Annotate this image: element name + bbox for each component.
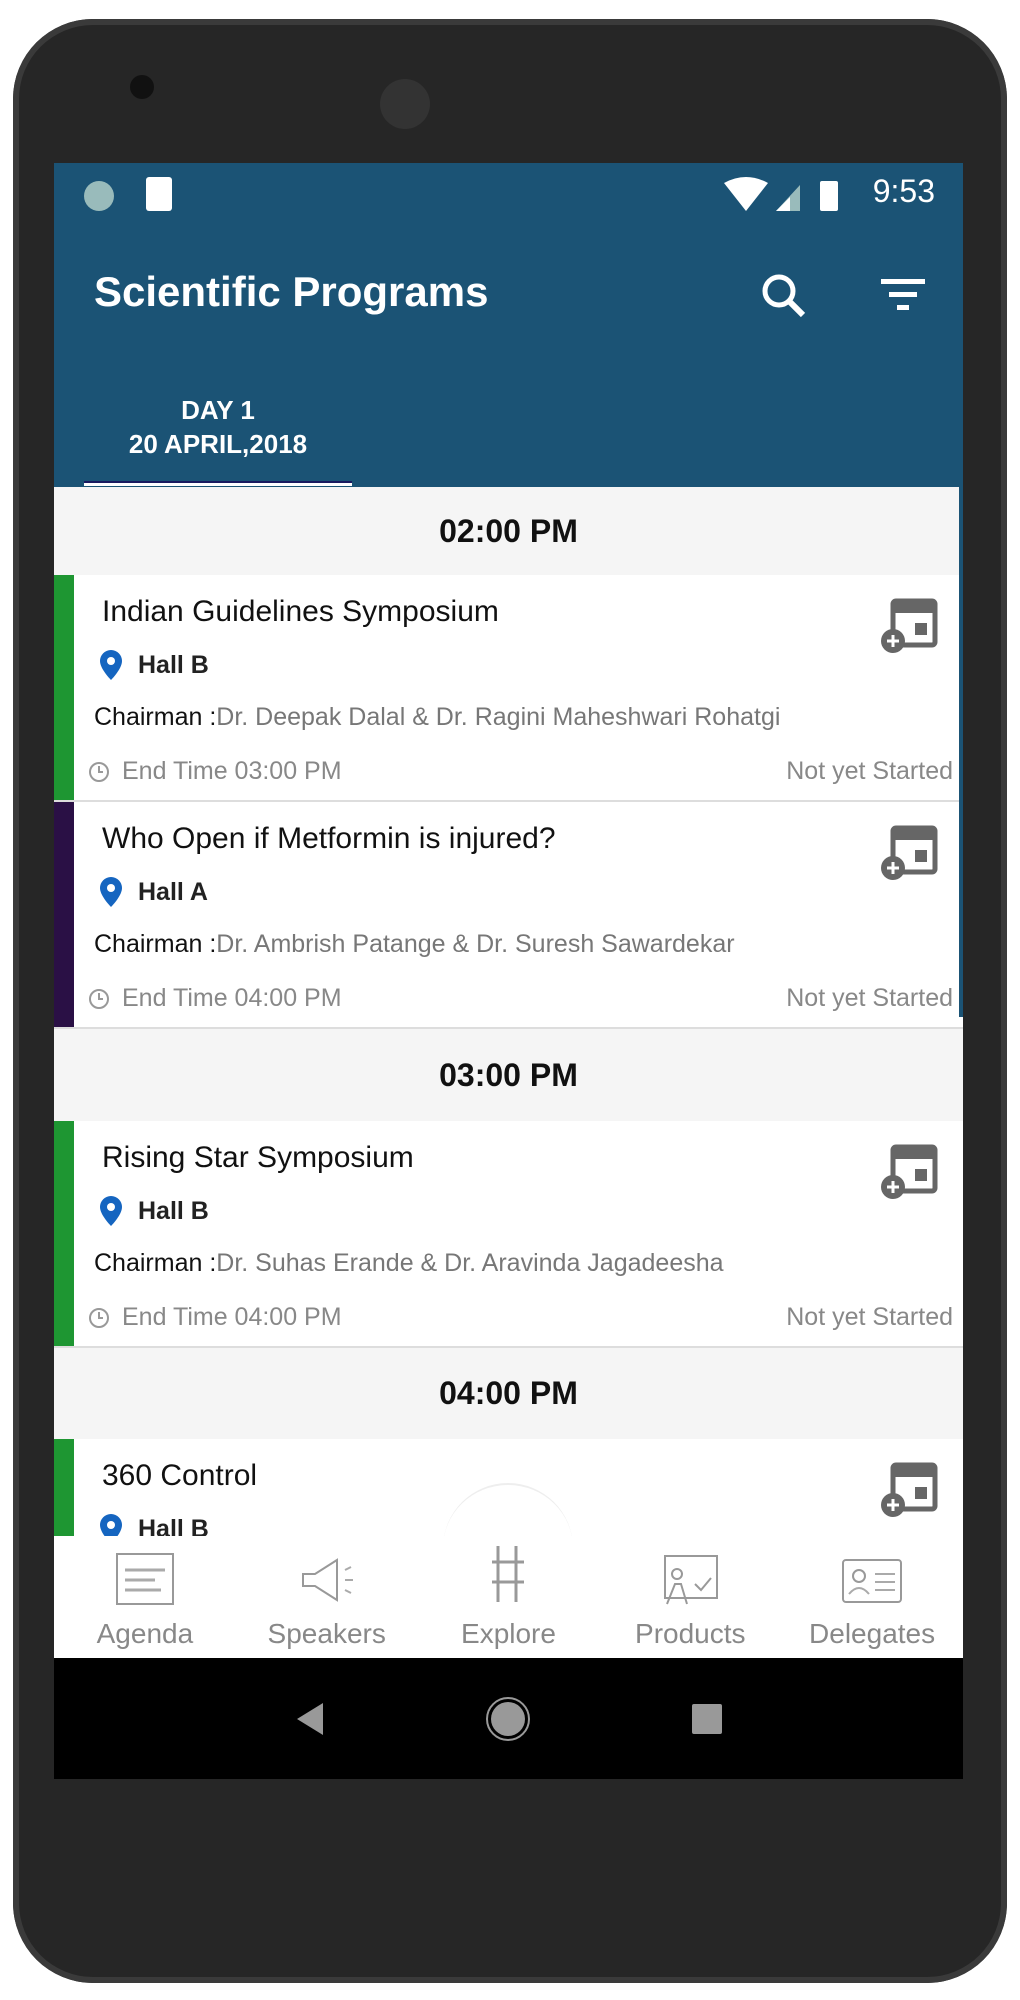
nav-label: Explore	[461, 1618, 556, 1649]
hall-label: Hall A	[138, 877, 208, 906]
time-header: 02:00 PM	[54, 487, 963, 575]
megaphone-icon	[301, 1558, 353, 1602]
chairman-label: Chairman :	[94, 703, 217, 731]
nav-label: Products	[635, 1618, 746, 1649]
scrollbar[interactable]	[959, 487, 963, 1017]
session-hall: Hall B	[100, 650, 209, 680]
hall-label: Hall B	[138, 1196, 209, 1225]
session-hall: Hall A	[100, 877, 208, 907]
recents-icon[interactable]	[691, 1703, 723, 1735]
status-bar-indicator	[54, 1439, 74, 1539]
bottom-nav: Agenda Speakers Explore Products Delegat…	[54, 1536, 963, 1658]
status-bar-indicator	[54, 802, 74, 1027]
chairman-label: Chairman :	[94, 1249, 217, 1277]
status-bar-indicator	[54, 575, 74, 800]
nav-label: Speakers	[267, 1618, 386, 1649]
nav-delegates[interactable]: Delegates	[781, 1536, 963, 1658]
explore-icon	[492, 1546, 525, 1602]
hall-label: Hall B	[138, 650, 209, 679]
chairman-names: Dr. Suhas Erande & Dr. Aravinda Jagadees…	[216, 1249, 724, 1277]
search-icon[interactable]	[759, 271, 809, 321]
chairman-line: Chairman :Dr. Ambrish Patange & Dr. Sure…	[94, 930, 735, 959]
end-time: End Time 04:00 PM	[88, 984, 342, 1013]
chairman-label: Chairman :	[94, 930, 217, 958]
add-to-calendar-icon[interactable]	[879, 1141, 939, 1201]
page-title: Scientific Programs	[94, 268, 489, 315]
location-pin-icon	[100, 1196, 122, 1226]
screen: 9:53 Scientific Programs DAY 1 20 APRIL,2…	[54, 163, 963, 1779]
end-time: End Time 03:00 PM	[88, 757, 342, 786]
chairman-names: Dr. Ambrish Patange & Dr. Suresh Sawarde…	[216, 930, 735, 958]
session-status: Not yet Started	[786, 984, 953, 1012]
session-status: Not yet Started	[786, 1303, 953, 1331]
session-hall: Hall B	[100, 1196, 209, 1226]
clock-icon	[89, 761, 109, 782]
end-time: End Time 04:00 PM	[88, 1303, 342, 1332]
nav-label: Agenda	[96, 1618, 194, 1649]
tab-indicator	[84, 481, 352, 486]
add-to-calendar-icon[interactable]	[879, 1459, 939, 1519]
session-card[interactable]: Indian Guidelines Symposium Hall B Chair…	[54, 575, 963, 802]
back-icon[interactable]	[295, 1701, 325, 1737]
front-camera	[130, 75, 154, 99]
chairman-line: Chairman :Dr. Deepak Dalal & Dr. Ragini …	[94, 703, 780, 732]
session-card[interactable]: Rising Star Symposium Hall B Chairman :D…	[54, 1121, 963, 1348]
session-title: Who Open if Metformin is injured?	[102, 822, 556, 855]
sd-card-icon	[146, 177, 172, 211]
session-title: 360 Control	[102, 1459, 258, 1492]
nav-speakers[interactable]: Speakers	[236, 1536, 418, 1658]
location-pin-icon	[100, 877, 122, 907]
chairman-names: Dr. Deepak Dalal & Dr. Ragini Maheshwari…	[216, 703, 781, 731]
session-title: Rising Star Symposium	[102, 1141, 414, 1174]
presentation-icon	[664, 1555, 719, 1605]
wifi-signal-battery-icon	[724, 177, 838, 211]
clock-icon	[89, 1307, 109, 1328]
session-title: Indian Guidelines Symposium	[102, 595, 499, 628]
session-status: Not yet Started	[786, 757, 953, 785]
end-time-label: End Time 03:00 PM	[122, 757, 342, 785]
time-header: 03:00 PM	[54, 1029, 963, 1121]
time-header: 04:00 PM	[54, 1348, 963, 1439]
nav-explore[interactable]: Explore	[418, 1536, 600, 1658]
location-pin-icon	[100, 650, 122, 680]
agenda-icon	[115, 1553, 174, 1605]
speaker-grille	[380, 79, 430, 129]
nav-products[interactable]: Products	[599, 1536, 781, 1658]
tab-date-label: 20 APRIL,2018	[128, 429, 308, 459]
clock-icon	[89, 988, 109, 1009]
tab-day-1[interactable]: DAY 1 20 APRIL,2018	[84, 393, 352, 461]
filter-icon[interactable]	[879, 275, 929, 315]
tab-day-label: DAY 1	[181, 395, 255, 425]
session-card[interactable]: Who Open if Metformin is injured? Hall A…	[54, 802, 963, 1029]
id-card-icon	[842, 1559, 903, 1603]
system-navigation	[54, 1658, 963, 1779]
add-to-calendar-icon[interactable]	[879, 595, 939, 655]
app-bar: 9:53 Scientific Programs DAY 1 20 APRIL,2…	[54, 163, 963, 487]
add-to-calendar-icon[interactable]	[879, 822, 939, 882]
end-time-label: End Time 04:00 PM	[122, 1303, 342, 1331]
nav-label: Delegates	[809, 1618, 936, 1649]
end-time-label: End Time 04:00 PM	[122, 984, 342, 1012]
nav-agenda[interactable]: Agenda	[54, 1536, 236, 1658]
status-bar-indicator	[54, 1121, 74, 1346]
notification-dot-icon	[84, 181, 114, 211]
home-icon[interactable]	[485, 1696, 531, 1742]
chairman-line: Chairman :Dr. Suhas Erande & Dr. Aravind…	[94, 1249, 724, 1278]
status-time: 9:53	[872, 173, 935, 209]
